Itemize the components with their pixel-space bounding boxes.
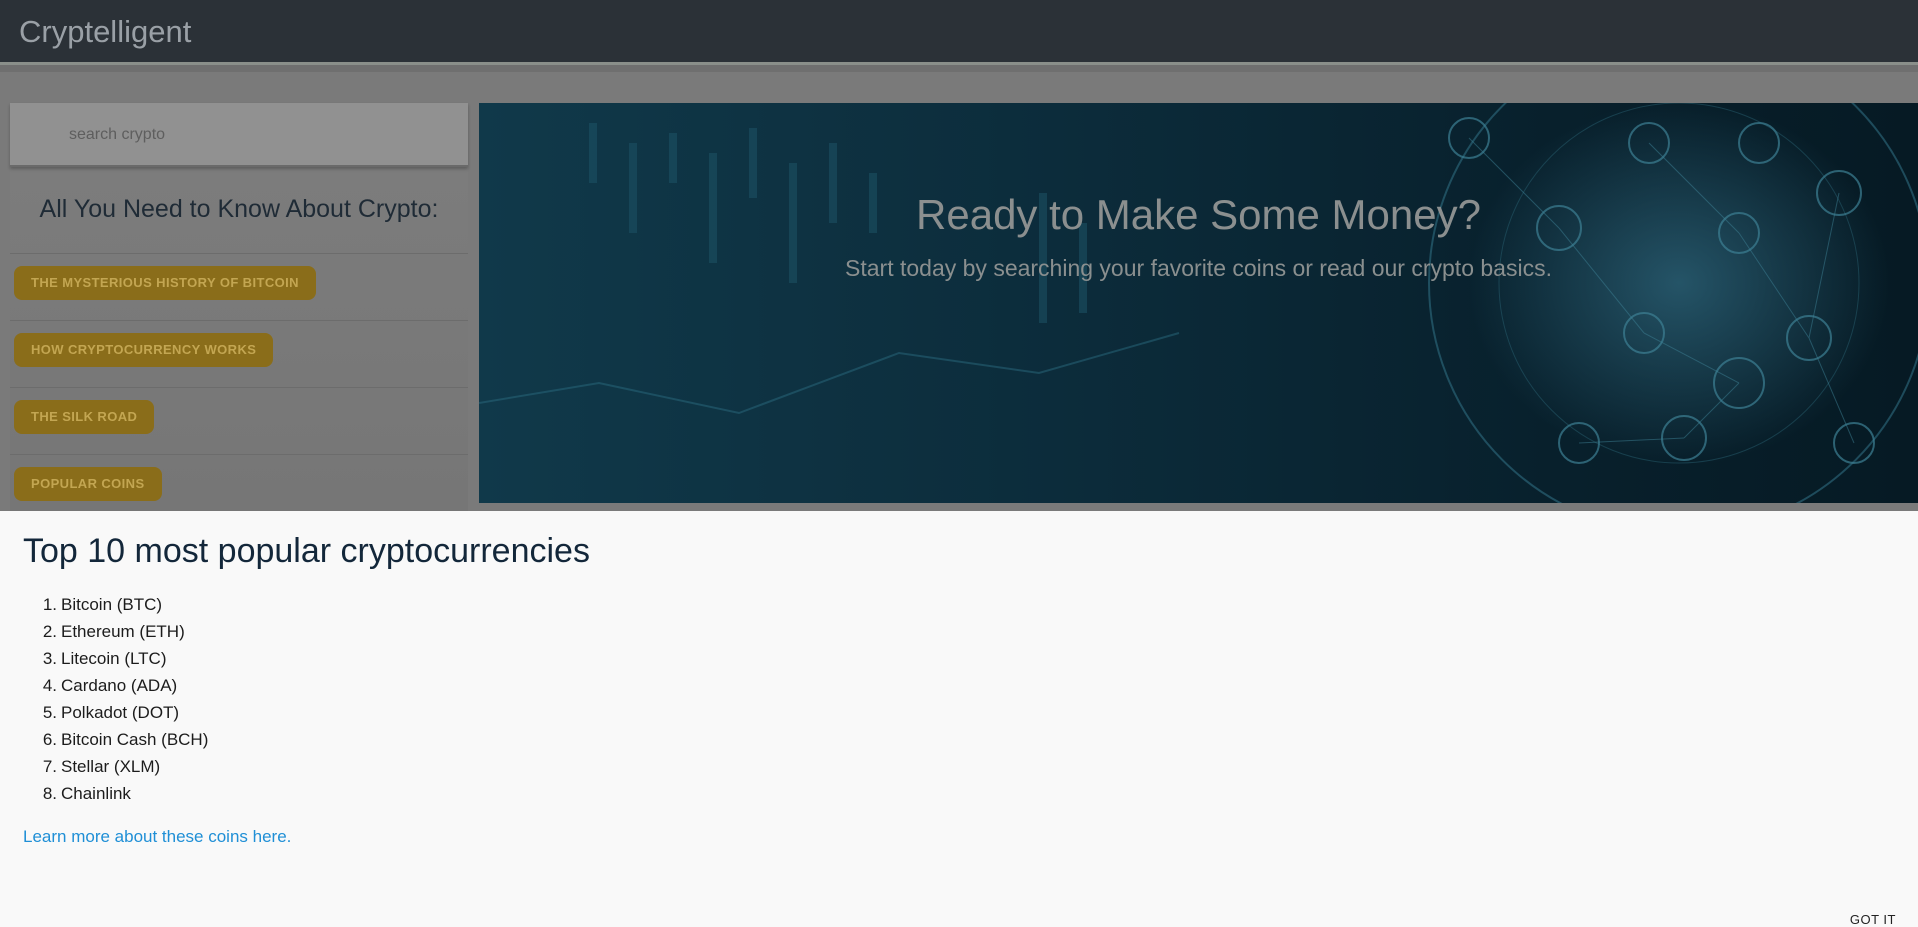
coin-name: Bitcoin (BTC): [61, 595, 163, 614]
list-number: 3.: [42, 649, 57, 668]
list-item: 8. Chainlink: [23, 780, 208, 807]
link-popular-coins[interactable]: POPULAR COINS: [14, 467, 162, 501]
list-item: 2. Ethereum (ETH): [23, 618, 208, 645]
search-input[interactable]: [10, 103, 468, 167]
hero-subtitle: Start today by searching your favorite c…: [845, 255, 1552, 281]
list-number: 6.: [42, 730, 57, 749]
got-it-button[interactable]: GOT IT: [1850, 912, 1896, 927]
list-item: 3. Litecoin (LTC): [23, 645, 208, 672]
list-number: 2.: [42, 622, 57, 641]
coin-list: 1. Bitcoin (BTC) 2. Ethereum (ETH) 3. Litec…: [23, 591, 209, 807]
list-number: 8.: [42, 784, 57, 803]
list-number: 1.: [42, 595, 57, 614]
sidebar-divider: [10, 387, 468, 388]
sidebar-divider: [10, 253, 468, 254]
link-how-crypto-works[interactable]: HOW CRYPTOCURRENCY WORKS: [14, 333, 274, 367]
coin-name: Polkadot (DOT): [61, 703, 180, 722]
coin-name: Cardano (ADA): [61, 676, 178, 695]
sidebar: All You Need to Know About Crypto: THE M…: [10, 103, 468, 511]
coin-name: Chainlink: [61, 784, 131, 803]
coin-name: Ethereum (ETH): [61, 622, 185, 641]
list-item: 4. Cardano (ADA): [23, 672, 208, 699]
link-history-of-bitcoin[interactable]: THE MYSTERIOUS HISTORY OF BITCOIN: [14, 266, 316, 300]
list-number: 4.: [42, 676, 57, 695]
coin-name: Stellar (XLM): [61, 757, 161, 776]
hero-banner: Ready to Make Some Money? Start today by…: [479, 103, 1918, 503]
learn-more-link[interactable]: Learn more about these coins here.: [23, 827, 291, 847]
hero-title: Ready to Make Some Money?: [916, 191, 1481, 238]
page-overlay-region: All You Need to Know About Crypto: THE M…: [0, 65, 1918, 511]
list-item: 7. Stellar (XLM): [23, 753, 208, 780]
sidebar-divider: [10, 454, 468, 455]
search-box: [10, 103, 468, 167]
top-navbar: Cryptelligent: [0, 0, 1918, 65]
overlay-strip: [0, 65, 1918, 72]
page-title: Top 10 most popular cryptocurrencies: [23, 532, 590, 570]
brand-logo[interactable]: Cryptelligent: [19, 14, 191, 50]
sidebar-divider: [10, 320, 468, 321]
list-item: 1. Bitcoin (BTC): [23, 591, 208, 618]
sidebar-heading: All You Need to Know About Crypto:: [39, 195, 439, 223]
link-silk-road[interactable]: THE SILK ROAD: [14, 400, 155, 434]
list-item: 5. Polkadot (DOT): [23, 699, 208, 726]
list-number: 5.: [42, 703, 57, 722]
list-item: 6. Bitcoin Cash (BCH): [23, 726, 209, 753]
coin-name: Litecoin (LTC): [61, 649, 167, 668]
list-number: 7.: [42, 757, 57, 776]
coin-name: Bitcoin Cash (BCH): [61, 730, 209, 749]
globe-network-illustration: [479, 103, 1918, 503]
